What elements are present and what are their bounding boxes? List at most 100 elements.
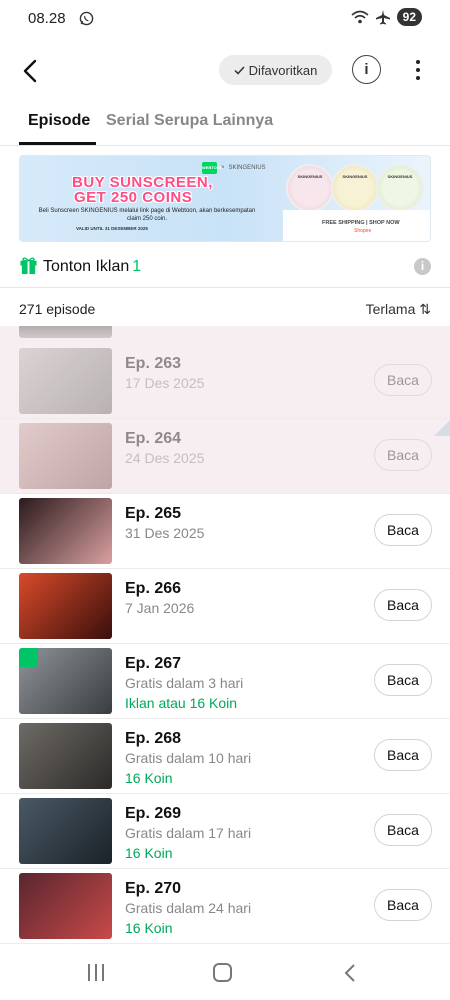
episode-row[interactable]: Ep. 270 Gratis dalam 24 hari 16 Koin Baca (0, 869, 450, 944)
read-button[interactable]: Baca (374, 739, 432, 771)
episode-list-header: 271 episode Terlama ⇅ (0, 290, 450, 326)
episode-price: Iklan atau 16 Koin (125, 695, 238, 711)
episode-price: 16 Koin (125, 920, 173, 936)
tab-bar: Episode Serial Serupa Lainnya (0, 100, 450, 146)
wifi-icon (351, 10, 369, 24)
airplane-icon (375, 10, 390, 25)
more-vertical-icon[interactable] (406, 54, 430, 86)
episode-thumbnail (19, 348, 112, 414)
episode-count: 271 episode (19, 301, 96, 317)
episode-info: Ep. 270 Gratis dalam 24 hari 16 Koin (125, 880, 251, 940)
back-arrow-icon[interactable] (14, 54, 48, 88)
gift-icon (20, 257, 37, 275)
episode-title: Ep. 265 (125, 505, 182, 522)
banner-cross: × (221, 165, 225, 171)
episode-row[interactable]: Ep. 265 31 Des 2025 Baca (0, 494, 450, 569)
episode-list: Ep. 263 17 Des 2025 Baca Ep. 264 24 Des 2025… (0, 326, 450, 944)
episode-title: Ep. 269 (125, 805, 182, 822)
episode-info: Ep. 269 Gratis dalam 17 hari 16 Koin (125, 805, 251, 865)
episode-date-or-free: 31 Des 2025 (125, 525, 205, 541)
episode-info: Ep. 264 24 Des 2025 (125, 430, 204, 470)
episode-thumbnail (19, 423, 112, 489)
status-icons: 92 (351, 8, 422, 26)
episode-title: Ep. 266 (125, 580, 182, 597)
sort-button[interactable]: Terlama ⇅ (366, 301, 431, 318)
info-icon[interactable]: i (352, 55, 381, 84)
status-time: 08.28 (28, 10, 66, 27)
episode-title: Ep. 264 (125, 430, 182, 447)
episode-title: Ep. 268 (125, 730, 182, 747)
episode-row[interactable]: Ep. 263 17 Des 2025 Baca (0, 344, 450, 419)
episode-thumbnail (19, 573, 112, 639)
tab-similar-series[interactable]: Serial Serupa Lainnya (106, 112, 273, 130)
favorited-button[interactable]: Difavoritkan (219, 55, 332, 85)
episode-row[interactable]: Ep. 269 Gratis dalam 17 hari 16 Koin Baca (0, 794, 450, 869)
banner-valid: VALID UNTIL 31 DESEMBER 2025 (76, 226, 148, 231)
read-button[interactable]: Baca (374, 439, 432, 471)
read-button[interactable]: Baca (374, 514, 432, 546)
banner-body: Beli Sunscreen SKINGENIUS melalui link p… (38, 208, 256, 222)
recents-icon[interactable] (88, 964, 106, 981)
episode-date-or-free: Gratis dalam 3 hari (125, 675, 244, 691)
episode-title: Ep. 267 (125, 655, 182, 672)
episode-title: Ep. 263 (125, 355, 182, 372)
read-button[interactable]: Baca (374, 664, 432, 696)
status-bar: 08.28 92 (0, 0, 450, 40)
watch-ad-count: 1 (132, 258, 142, 275)
partial-thumbnail (19, 326, 112, 338)
episode-info: Ep. 268 Gratis dalam 10 hari 16 Koin (125, 730, 251, 790)
webtoon-logo: WEBTOON (202, 162, 223, 174)
episode-title: Ep. 270 (125, 880, 182, 897)
product-jar-3: SKINGENIUS (376, 164, 424, 212)
episode-date-or-free: Gratis dalam 24 hari (125, 900, 252, 916)
episode-thumbnail (19, 798, 112, 864)
nav-back-icon[interactable] (340, 962, 360, 984)
read-button[interactable]: Baca (374, 889, 432, 921)
top-app-bar: Difavoritkan i (0, 40, 450, 100)
system-nav-bar (0, 944, 450, 1000)
episode-thumbnail (19, 873, 112, 939)
read-button[interactable]: Baca (374, 589, 432, 621)
ad-gift-badge-icon (19, 648, 38, 667)
tab-episode[interactable]: Episode (28, 112, 90, 130)
episode-row[interactable]: Ep. 266 7 Jan 2026 Baca (0, 569, 450, 644)
product-jar-2: SKINGENIUS (331, 164, 379, 212)
battery-indicator: 92 (396, 8, 422, 26)
home-icon[interactable] (213, 963, 232, 982)
active-tab-indicator (19, 142, 96, 145)
watch-ad-row[interactable]: Tonton Iklan 1 i (0, 250, 450, 288)
episode-price: 16 Koin (125, 770, 173, 786)
banner-logos: WEBTOON × SKINGENIUS (202, 162, 266, 174)
corner-marker (434, 420, 450, 436)
banner-ship-panel (283, 210, 430, 241)
episode-row[interactable]: Ep. 268 Gratis dalam 10 hari 16 Koin Baca (0, 719, 450, 794)
watch-ad-label: Tonton Iklan 1 (43, 258, 142, 275)
favorited-label: Difavoritkan (248, 62, 318, 78)
episode-info: Ep. 267 Gratis dalam 3 hari Iklan atau 16 … (125, 655, 243, 715)
episode-row[interactable]: Ep. 267 Gratis dalam 3 hari Iklan atau 16 … (0, 644, 450, 719)
episode-date-or-free: 7 Jan 2026 (125, 600, 195, 616)
episode-price: 16 Koin (125, 845, 173, 861)
episode-date-or-free: Gratis dalam 10 hari (125, 750, 252, 766)
product-jar-1: SKINGENIUS (286, 164, 334, 212)
episode-date-or-free: Gratis dalam 17 hari (125, 825, 252, 841)
episode-date-or-free: 17 Des 2025 (125, 375, 205, 391)
read-button[interactable]: Baca (374, 364, 432, 396)
promo-banner[interactable]: WEBTOON × SKINGENIUS BUY SUNSCREEN, GET … (19, 155, 431, 242)
banner-headline-2: GET 250 COINS (74, 189, 193, 206)
ad-info-icon[interactable]: i (414, 258, 431, 275)
info-glyph: i (364, 61, 369, 78)
episode-thumbnail (19, 648, 112, 714)
episode-info: Ep. 265 31 Des 2025 (125, 505, 204, 545)
check-icon (234, 65, 245, 75)
banner-shipping: FREE SHIPPING | SHOP NOW (322, 220, 400, 226)
whatsapp-icon (79, 11, 94, 26)
episode-row[interactable]: Ep. 264 24 Des 2025 Baca (0, 419, 450, 494)
episode-date-or-free: 24 Des 2025 (125, 450, 205, 466)
banner-shop: Shopee (354, 228, 372, 234)
read-button[interactable]: Baca (374, 814, 432, 846)
episode-info: Ep. 266 7 Jan 2026 (125, 580, 194, 620)
episode-thumbnail (19, 723, 112, 789)
banner-partner: SKINGENIUS (228, 165, 266, 171)
episode-thumbnail (19, 498, 112, 564)
